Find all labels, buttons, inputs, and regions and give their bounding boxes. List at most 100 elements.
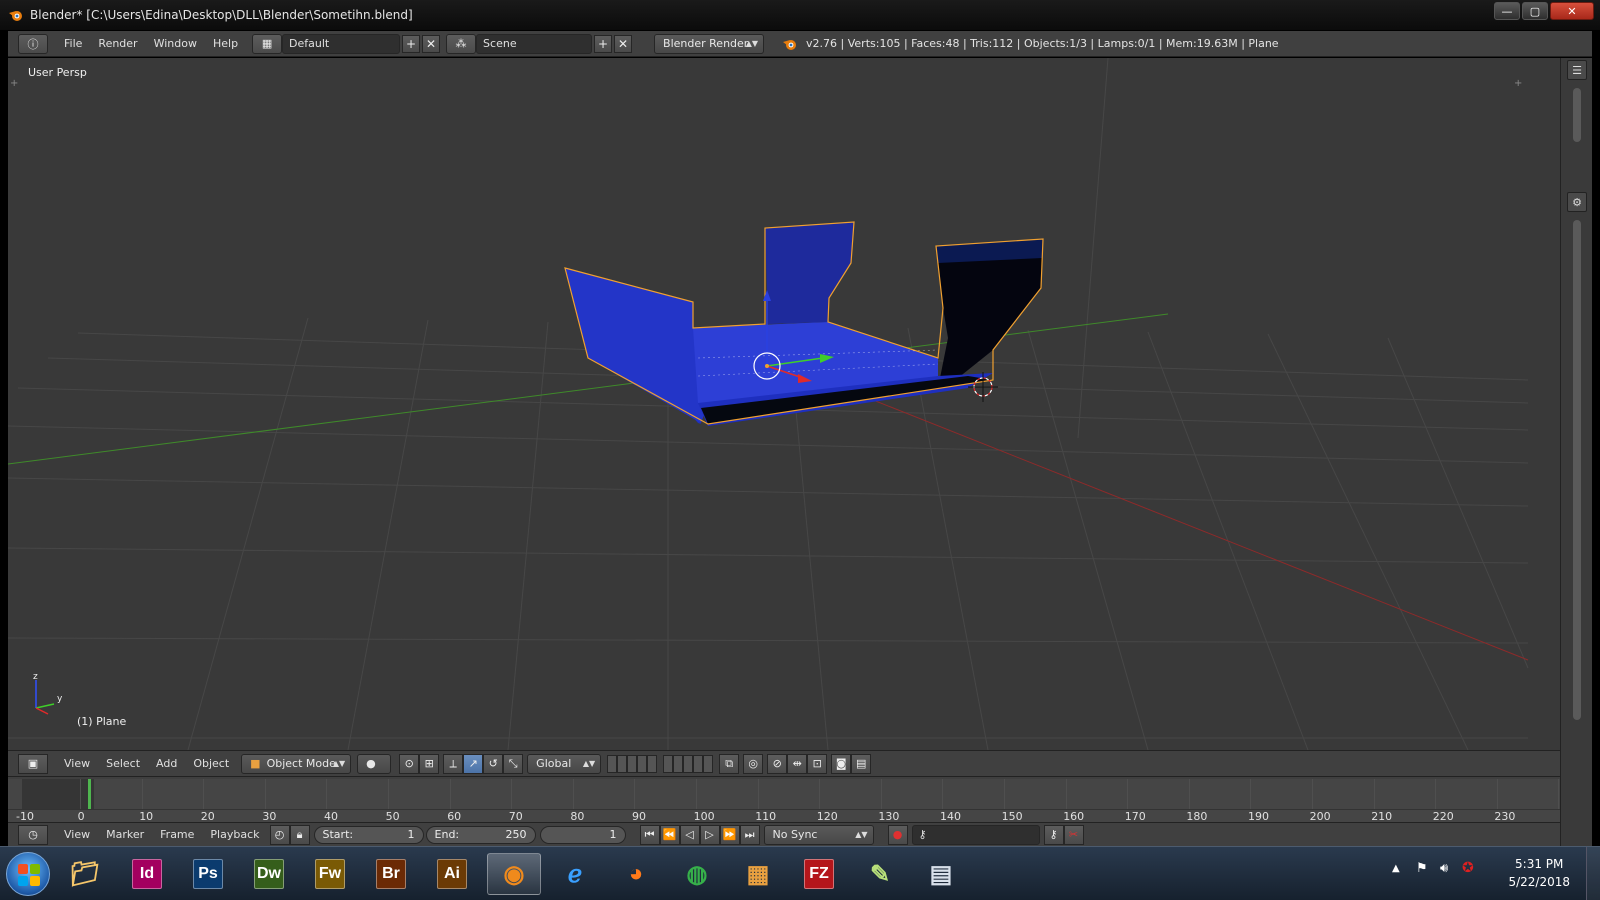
manipulate-center-points-button[interactable]: ⊞ bbox=[419, 753, 440, 774]
show-hidden-icons-icon[interactable]: ▲ bbox=[1392, 863, 1400, 874]
menu-marker[interactable]: Marker bbox=[98, 828, 152, 841]
delete-scene-button[interactable]: ✕ bbox=[614, 34, 633, 53]
snap-element-button[interactable]: ⇹ bbox=[787, 753, 808, 774]
frame-ruler[interactable]: -10 0 10 20 30 40 50 60 70 80 90 100 110 120 130 140 150… bbox=[8, 809, 1560, 823]
taskbar-illustrator-button[interactable]: Ai bbox=[425, 853, 479, 895]
outliner-icon[interactable]: ☰ bbox=[1567, 60, 1587, 80]
taskbar-fireworks-button[interactable]: Fw bbox=[303, 853, 357, 895]
action-center-icon[interactable]: ⚑ bbox=[1416, 861, 1428, 876]
play-button[interactable]: ▷ bbox=[699, 824, 720, 845]
auto-keyframe-button[interactable]: ● bbox=[887, 824, 908, 845]
record-icon: ● bbox=[892, 828, 903, 841]
transform-orientation-dropdown[interactable]: Global ▲▼ bbox=[527, 753, 602, 774]
taskbar-chrome-button[interactable]: ◍ bbox=[670, 853, 724, 895]
editor-type-timeline-button[interactable]: ◷ bbox=[18, 824, 48, 845]
properties-expand-icon[interactable]: + bbox=[1514, 78, 1522, 89]
show-desktop-button[interactable] bbox=[1586, 847, 1600, 900]
scene-layers-2[interactable] bbox=[663, 754, 714, 773]
snap-toggle-button[interactable]: ⊘ bbox=[767, 753, 788, 774]
volume-icon[interactable]: 🔊︎ bbox=[1440, 861, 1448, 876]
timeline-track[interactable] bbox=[8, 779, 1560, 809]
menu-window[interactable]: Window bbox=[146, 37, 205, 50]
play-reverse-button[interactable]: ◁ bbox=[679, 824, 700, 845]
menu-object[interactable]: Object bbox=[185, 757, 237, 770]
editor-type-3dview-button[interactable]: ▣ bbox=[18, 753, 48, 774]
menu-render[interactable]: Render bbox=[90, 37, 145, 50]
taskbar-file-explorer-button[interactable]: 📁︎ bbox=[58, 853, 112, 895]
taskbar-calculator-button[interactable]: ▤ bbox=[914, 853, 968, 895]
properties-scrollbar[interactable] bbox=[1573, 220, 1581, 720]
preview-range-button[interactable]: ◴ bbox=[269, 824, 290, 845]
maximize-button[interactable]: ▢ bbox=[1522, 2, 1548, 20]
timeline-editor[interactable]: -10 0 10 20 30 40 50 60 70 80 90 100 110 120 130 140 150… bbox=[8, 776, 1560, 823]
end-frame-field[interactable]: End: 250 bbox=[425, 825, 536, 844]
scene-layers-1[interactable] bbox=[607, 754, 658, 773]
3d-viewport[interactable]: User Persp (1) Plane z y + + bbox=[8, 58, 1560, 750]
screen-layout-field[interactable]: Default bbox=[282, 33, 401, 54]
scale-manipulator-button[interactable]: ⤡ bbox=[503, 753, 524, 774]
jump-keyframe-forward-button[interactable]: ⏩ bbox=[719, 824, 740, 845]
menu-file[interactable]: File bbox=[56, 37, 90, 50]
close-button[interactable]: ✕ bbox=[1550, 2, 1594, 20]
rotate-manipulator-button[interactable]: ↺ bbox=[483, 753, 504, 774]
menu-add[interactable]: Add bbox=[148, 757, 185, 770]
taskbar-notepad-button[interactable]: ✎ bbox=[853, 853, 907, 895]
outliner-scrollbar[interactable] bbox=[1573, 88, 1581, 142]
screen-layout-button[interactable]: ▦ bbox=[252, 33, 283, 54]
pivot-point-button[interactable]: ⊙ bbox=[399, 753, 420, 774]
menu-view[interactable]: View bbox=[56, 757, 98, 770]
menu-help[interactable]: Help bbox=[205, 37, 246, 50]
plane-mesh[interactable] bbox=[564, 221, 1044, 426]
menu-select[interactable]: Select bbox=[98, 757, 148, 770]
system-clock[interactable]: 5:31 PM 5/22/2018 bbox=[1508, 855, 1570, 891]
properties-icon[interactable]: ⚙ bbox=[1567, 192, 1587, 212]
snap-target-button[interactable]: ⊡ bbox=[807, 753, 828, 774]
taskbar-bridge-button[interactable]: Br bbox=[364, 853, 418, 895]
taskbar-blender-button[interactable]: ◉ bbox=[487, 853, 541, 895]
viewport-shading-dropdown[interactable]: ● bbox=[357, 753, 392, 774]
current-frame-cursor[interactable] bbox=[88, 779, 91, 809]
clock-time: 5:31 PM bbox=[1515, 857, 1564, 871]
taskbar-dreamweaver-button[interactable]: Dw bbox=[242, 853, 296, 895]
delete-layout-button[interactable]: ✕ bbox=[422, 34, 441, 53]
menu-playback[interactable]: Playback bbox=[202, 828, 267, 841]
delete-keyframe-button[interactable]: ✂ bbox=[1063, 824, 1084, 845]
lock-time-button[interactable]: 🔒︎ bbox=[289, 824, 310, 845]
add-scene-button[interactable]: + bbox=[594, 34, 613, 53]
current-frame-field[interactable]: 1 bbox=[539, 825, 626, 844]
start-frame-field[interactable]: Start: 1 bbox=[313, 825, 424, 844]
scene-selector-button[interactable]: ⁂ bbox=[446, 33, 477, 54]
minimize-button[interactable]: — bbox=[1494, 2, 1520, 20]
taskbar-photoshop-button[interactable]: Ps bbox=[181, 853, 235, 895]
menu-frame[interactable]: Frame bbox=[152, 828, 202, 841]
editor-type-info-button[interactable]: ⓘ bbox=[18, 33, 48, 54]
render-engine-dropdown[interactable]: Blender Render ▲▼ bbox=[654, 33, 765, 54]
menu-view[interactable]: View bbox=[56, 828, 98, 841]
interaction-mode-dropdown[interactable]: ■ Object Mode ▲▼ bbox=[241, 753, 352, 774]
start-button[interactable] bbox=[6, 852, 50, 896]
sync-mode-dropdown[interactable]: No Sync ▲▼ bbox=[763, 824, 874, 845]
render-opengl-button[interactable]: ◙ bbox=[831, 753, 852, 774]
taskbar-firefox-button[interactable]: ◕ bbox=[609, 853, 663, 895]
insert-keyframe-button[interactable]: ⚷ bbox=[1043, 824, 1064, 845]
jump-end-button[interactable]: ⏭ bbox=[739, 824, 760, 845]
keying-set-field[interactable]: ⚷ bbox=[911, 824, 1040, 845]
taskbar-internet-explorer-button[interactable]: ℯ bbox=[548, 853, 602, 895]
taskbar-indesign-button[interactable]: Id bbox=[120, 853, 174, 895]
render-animation-opengl-button[interactable]: ▤ bbox=[851, 753, 872, 774]
jump-keyframe-back-button[interactable]: ⏪ bbox=[659, 824, 680, 845]
jump-start-button[interactable]: ⏮ bbox=[639, 824, 660, 845]
taskbar-paint-button[interactable]: ▦ bbox=[731, 853, 785, 895]
taskbar-filezilla-button[interactable]: FZ bbox=[792, 853, 846, 895]
layer-lock-button[interactable]: ⧉ bbox=[719, 753, 740, 774]
antivirus-icon[interactable]: ✪ bbox=[1462, 860, 1474, 876]
viewport-scene[interactable] bbox=[8, 58, 1560, 750]
frame-grid-line bbox=[1558, 779, 1560, 809]
add-layout-button[interactable]: + bbox=[402, 34, 421, 53]
toolshelf-expand-icon[interactable]: + bbox=[10, 78, 18, 89]
translate-manipulator-button[interactable]: ↗ bbox=[463, 753, 484, 774]
scene-field[interactable]: Scene bbox=[476, 33, 593, 54]
manipulator-toggle-button[interactable]: ⟂ bbox=[443, 753, 464, 774]
proportional-edit-button[interactable]: ◎ bbox=[743, 753, 764, 774]
x-icon: ✕ bbox=[618, 36, 629, 51]
